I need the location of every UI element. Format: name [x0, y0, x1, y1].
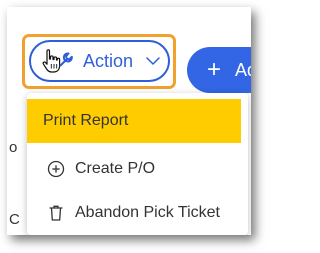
menu-item-label: Print Report	[43, 112, 129, 129]
add-button-label: Ad	[235, 59, 251, 80]
menu-item-label: Create P/O	[75, 160, 156, 177]
plus-circle-icon	[47, 160, 65, 178]
hand-cursor-wrench-icon	[42, 49, 73, 73]
plus-icon: +	[207, 56, 222, 83]
add-button[interactable]: + Ad	[187, 47, 251, 93]
trash-icon	[49, 205, 63, 221]
menu-item-label: Abandon Pick Ticket	[75, 204, 220, 221]
background-text-fragment: o	[9, 139, 18, 156]
menu-item-abandon-pick-ticket[interactable]: Abandon Pick Ticket	[27, 192, 248, 234]
background-text-fragment: C	[9, 211, 20, 228]
action-dropdown-menu: Print Report Create P/O Abandon Pick Tic…	[27, 93, 248, 235]
menu-item-create-po[interactable]: Create P/O	[27, 147, 248, 191]
screenshot-frame: o C Action + Ad Print Report	[7, 7, 251, 235]
chevron-down-icon	[146, 57, 160, 65]
menu-item-print-report[interactable]: Print Report	[27, 99, 241, 143]
action-button-label: Action	[83, 50, 134, 71]
action-button[interactable]: Action	[29, 40, 170, 82]
